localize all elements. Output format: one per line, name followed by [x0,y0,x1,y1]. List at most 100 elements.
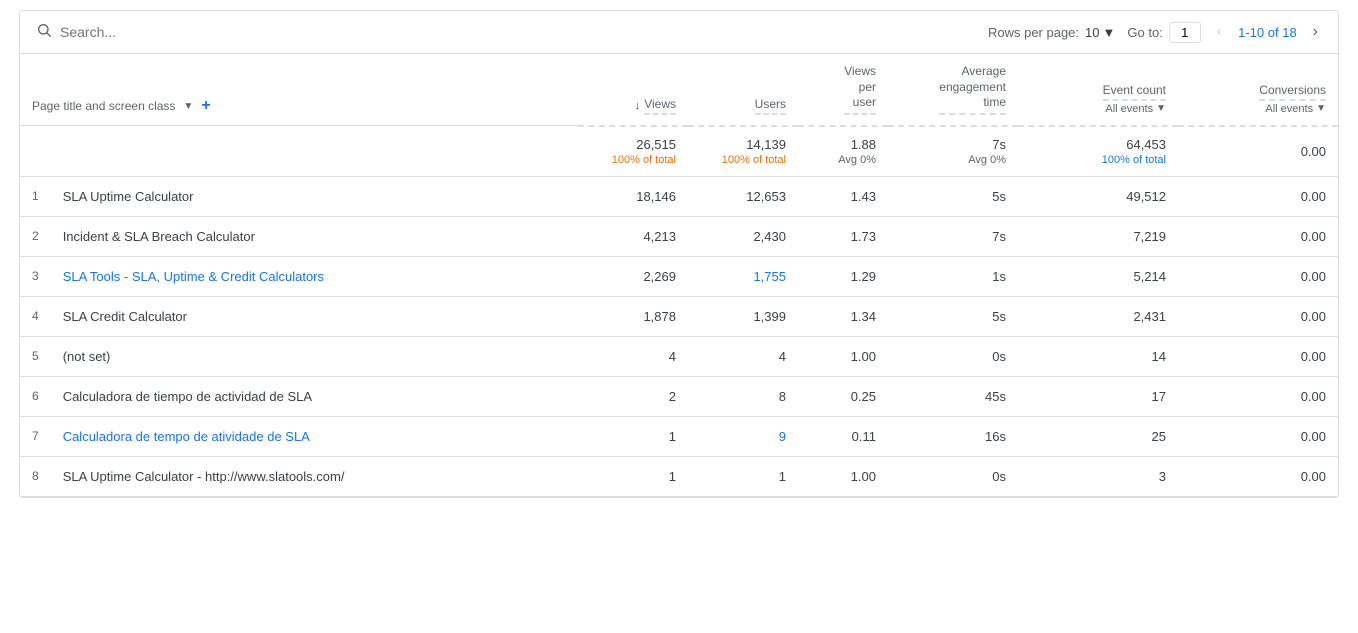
row-users: 12,653 [688,176,798,216]
row-views: 4,213 [578,216,688,256]
row-conversions: 0.00 [1178,416,1338,456]
page-title-cell[interactable]: Calculadora de tiempo de actividad de SL… [51,376,578,416]
left-column-header: Page title and screen class ▼ + [20,54,578,126]
add-column-icon[interactable]: + [201,97,210,115]
row-avg-engagement: 1s [888,256,1018,296]
row-views-per-user: 1.29 [798,256,888,296]
row-users: 2,430 [688,216,798,256]
conversions-column-header: Conversions All events ▼ [1178,54,1338,126]
search-right: Rows per page: 10 ▼ Go to: ‹ 1-10 of 18 … [988,21,1322,43]
row-event-count: 3 [1018,456,1178,496]
totals-views-per-user: 1.88 Avg 0% [798,126,888,177]
totals-conversions: 0.00 [1178,126,1338,177]
row-number: 6 [20,376,51,416]
row-event-count: 5,214 [1018,256,1178,296]
views-per-user-label: Viewsperuser [844,64,876,115]
conversions-sub-label: All events [1265,103,1313,115]
event-count-dropdown-icon[interactable]: ▼ [1156,103,1166,114]
row-number: 5 [20,336,51,376]
row-views-per-user: 1.73 [798,216,888,256]
row-number: 7 [20,416,51,456]
row-users: 4 [688,336,798,376]
page-title-cell[interactable]: SLA Uptime Calculator - http://www.slato… [51,456,578,496]
page-title-cell[interactable]: Incident & SLA Breach Calculator [51,216,578,256]
row-conversions: 0.00 [1178,216,1338,256]
row-avg-engagement: 0s [888,456,1018,496]
totals-row: 26,515 100% of total 14,139 100% of tota… [20,126,1338,177]
goto-input[interactable] [1169,22,1201,43]
event-count-column-header: Event count All events ▼ [1018,54,1178,126]
data-table: Page title and screen class ▼ + ↓ Views [20,54,1338,497]
table-row: 3 SLA Tools - SLA, Uptime & Credit Calcu… [20,256,1338,296]
event-count-sub-label: All events [1105,103,1153,115]
views-per-user-column-header: Viewsperuser [798,54,888,126]
table-row: 6 Calculadora de tiempo de actividad de … [20,376,1338,416]
table-row: 4 SLA Credit Calculator 1,878 1,399 1.34… [20,296,1338,336]
row-views: 2 [578,376,688,416]
row-number: 1 [20,176,51,216]
totals-event-count: 64,453 100% of total [1018,126,1178,177]
prev-page-button[interactable]: ‹ [1213,21,1226,43]
row-users: 8 [688,376,798,416]
row-views-per-user: 1.34 [798,296,888,336]
page-title-cell[interactable]: SLA Credit Calculator [51,296,578,336]
row-views: 2,269 [578,256,688,296]
page-title-column-label: Page title and screen class [32,99,175,113]
row-views-per-user: 1.00 [798,456,888,496]
rows-per-page: Rows per page: 10 ▼ [988,25,1115,40]
row-number: 2 [20,216,51,256]
next-page-button[interactable]: › [1309,21,1322,43]
row-avg-engagement: 16s [888,416,1018,456]
page-title-cell[interactable]: SLA Uptime Calculator [51,176,578,216]
page-title-cell[interactable]: SLA Tools - SLA, Uptime & Credit Calcula… [51,256,578,296]
table-row: 8 SLA Uptime Calculator - http://www.sla… [20,456,1338,496]
table-header-row: Page title and screen class ▼ + ↓ Views [20,54,1338,126]
row-event-count: 14 [1018,336,1178,376]
page-title-dropdown-icon[interactable]: ▼ [183,101,193,112]
page-title-cell[interactable]: Calculadora de tempo de atividade de SLA [51,416,578,456]
conversions-dropdown-icon[interactable]: ▼ [1316,103,1326,114]
row-views-per-user: 0.25 [798,376,888,416]
users-column-header: Users [688,54,798,126]
row-number: 8 [20,456,51,496]
row-conversions: 0.00 [1178,456,1338,496]
row-views: 1,878 [578,296,688,336]
rows-select-arrow: ▼ [1103,25,1116,40]
rows-select[interactable]: 10 ▼ [1085,25,1115,40]
views-column-header: ↓ Views [578,54,688,126]
row-conversions: 0.00 [1178,376,1338,416]
row-event-count: 17 [1018,376,1178,416]
table-row: 1 SLA Uptime Calculator 18,146 12,653 1.… [20,176,1338,216]
row-event-count: 49,512 [1018,176,1178,216]
table-row: 5 (not set) 4 4 1.00 0s 14 0.00 [20,336,1338,376]
search-left [36,22,260,42]
search-icon [36,22,52,42]
row-users: 1,755 [688,256,798,296]
row-number: 3 [20,256,51,296]
sort-arrow-icon: ↓ [635,100,641,112]
rows-count: 10 [1085,25,1099,40]
pagination-info: 1-10 of 18 [1238,25,1297,40]
row-users: 1 [688,456,798,496]
row-views: 18,146 [578,176,688,216]
row-number: 4 [20,296,51,336]
users-label: Users [755,97,786,115]
row-views: 4 [578,336,688,376]
row-views-per-user: 1.43 [798,176,888,216]
page-title-cell[interactable]: (not set) [51,336,578,376]
row-avg-engagement: 5s [888,296,1018,336]
row-event-count: 7,219 [1018,216,1178,256]
totals-avg-engagement: 7s Avg 0% [888,126,1018,177]
goto: Go to: [1127,22,1200,43]
conversions-label: Conversions [1259,83,1326,101]
row-avg-engagement: 5s [888,176,1018,216]
row-avg-engagement: 0s [888,336,1018,376]
search-input[interactable] [60,24,260,40]
row-views-per-user: 1.00 [798,336,888,376]
row-conversions: 0.00 [1178,176,1338,216]
avg-engagement-column-header: Averageengagementtime [888,54,1018,126]
row-conversions: 0.00 [1178,336,1338,376]
totals-views: 26,515 100% of total [578,126,688,177]
row-views-per-user: 0.11 [798,416,888,456]
row-views: 1 [578,456,688,496]
